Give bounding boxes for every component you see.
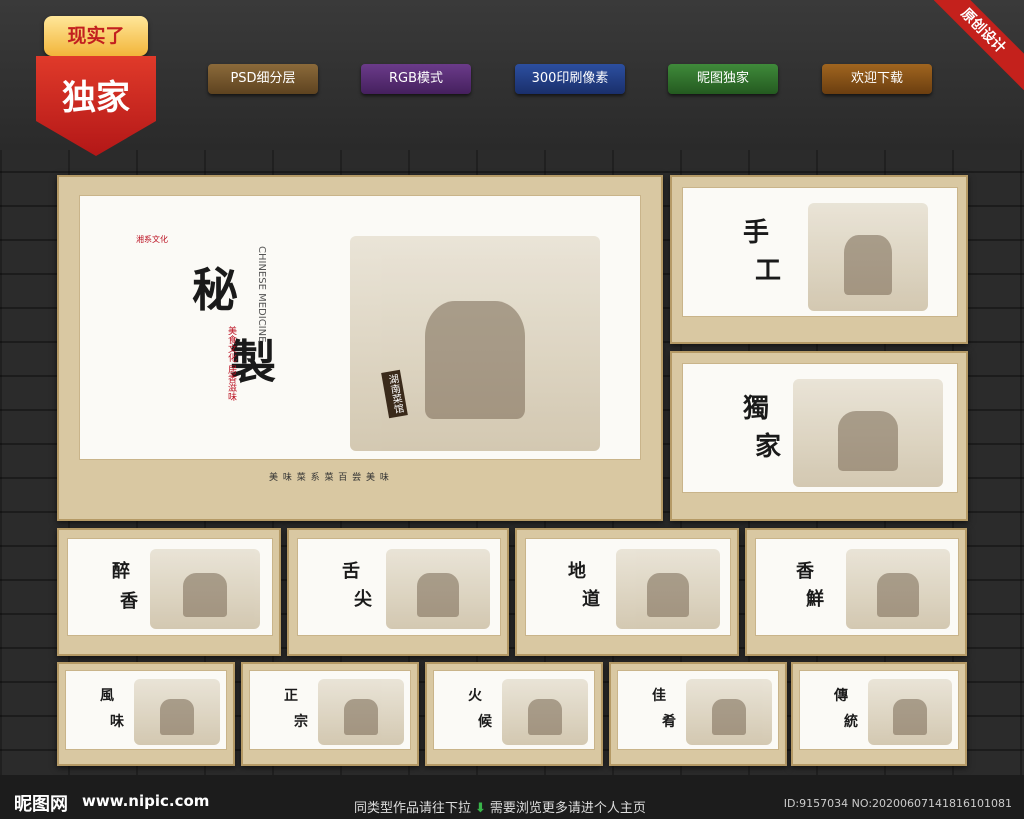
row3-3-char-2: 候 (478, 714, 492, 730)
row3-1-char-1: 風 (100, 688, 114, 704)
side-2-illustration (793, 379, 943, 487)
arrow-down-icon: ⬇ (475, 801, 486, 816)
row3-poster-5-canvas: 傳 統 (799, 670, 959, 750)
row3-poster-2-canvas: 正 宗 (249, 670, 411, 750)
row3-poster-1: 風 味 (57, 662, 235, 766)
row3-poster-3: 火 候 (425, 662, 603, 766)
side-poster-1-canvas: 手 工 (682, 187, 958, 317)
side-poster-2-canvas: 獨 家 (682, 363, 958, 493)
row3-1-illustration (134, 679, 220, 745)
row2-poster-2-canvas: 舌 尖 (297, 538, 501, 636)
main-seal-left: 湘系文化 (136, 235, 168, 244)
corner-ribbon-label: 原创设计 (934, 0, 1024, 90)
site-logo[interactable]: 昵图网 (14, 790, 68, 816)
row2-poster-3-canvas: 地 道 (525, 538, 731, 636)
row2-poster-4: 香 鮮 (745, 528, 967, 656)
side-poster-2: 獨 家 (670, 351, 968, 521)
row2-poster-1-canvas: 醉 香 (67, 538, 273, 636)
row2-2-char-2: 尖 (354, 589, 372, 610)
row3-4-char-2: 肴 (662, 714, 676, 730)
main-illustration (350, 236, 600, 451)
row3-poster-1-canvas: 風 味 (65, 670, 227, 750)
row3-poster-2: 正 宗 (241, 662, 419, 766)
row2-1-illustration (150, 549, 260, 629)
row3-4-char-1: 佳 (652, 688, 666, 704)
row2-3-illustration (616, 549, 720, 629)
main-poster-canvas: 秘 製 CHINESE MEDICINE 湘系文化 美食文化 居香滋味 湖南菜馆 (79, 195, 641, 460)
row3-poster-3-canvas: 火 候 (433, 670, 595, 750)
row3-poster-4-canvas: 佳 肴 (617, 670, 779, 750)
side-1-char-1: 手 (743, 218, 770, 248)
tag-300dpi: 300印刷像素 (515, 64, 625, 94)
row3-2-char-2: 宗 (294, 714, 308, 730)
site-url[interactable]: www.nipic.com (82, 792, 209, 810)
main-title-char-1: 秘 (192, 263, 238, 317)
badge-top-label: 现实了 (44, 16, 148, 56)
side-1-illustration (808, 203, 928, 311)
side-2-char-1: 獨 (743, 394, 770, 424)
hint-scroll-down: 同类型作品请往下拉 (354, 801, 472, 816)
row2-poster-4-canvas: 香 鮮 (755, 538, 959, 636)
row2-4-illustration (846, 549, 950, 629)
row3-poster-5: 傳 統 (791, 662, 967, 766)
tag-rgb: RGB模式 (361, 64, 471, 94)
row2-4-char-1: 香 (796, 561, 814, 582)
main-footer: 美 味 菜 系 菜 百 尝 美 味 (269, 473, 390, 483)
row3-3-char-1: 火 (468, 688, 482, 704)
hint-profile[interactable]: 需要浏览更多请进个人主页 (490, 801, 646, 816)
side-poster-1: 手 工 (670, 175, 968, 344)
tag-exclusive: 昵图独家 (668, 64, 778, 94)
main-vertical-en: CHINESE MEDICINE (256, 246, 267, 343)
row2-1-char-2: 香 (120, 591, 138, 612)
side-2-char-2: 家 (755, 432, 782, 462)
image-id: ID:9157034 NO:20200607141816101081 (783, 797, 1012, 810)
row3-5-char-2: 統 (844, 714, 858, 730)
row2-2-illustration (386, 549, 490, 629)
tag-psd: PSD细分层 (208, 64, 318, 94)
row3-5-illustration (868, 679, 952, 745)
row3-1-char-2: 味 (110, 714, 124, 730)
row2-1-char-1: 醉 (112, 561, 130, 582)
row2-poster-3: 地 道 (515, 528, 739, 656)
row2-4-char-2: 鮮 (806, 589, 824, 610)
row3-poster-4: 佳 肴 (609, 662, 787, 766)
row3-3-illustration (502, 679, 588, 745)
row3-2-char-1: 正 (284, 688, 298, 704)
exclusive-badge: 现实了 独家 (36, 16, 156, 156)
row2-3-char-2: 道 (582, 589, 600, 610)
main-seal-mid: 美食文化 居香滋味 (226, 326, 236, 401)
row2-poster-2: 舌 尖 (287, 528, 509, 656)
row2-3-char-1: 地 (568, 561, 586, 582)
bottom-hint: 同类型作品请往下拉 ⬇ 需要浏览更多请进个人主页 (354, 797, 646, 816)
main-poster: 秘 製 CHINESE MEDICINE 湘系文化 美食文化 居香滋味 湖南菜馆… (57, 175, 663, 521)
badge-shield: 独家 (36, 56, 156, 156)
row3-2-illustration (318, 679, 404, 745)
tag-welcome: 欢迎下载 (822, 64, 932, 94)
corner-ribbon: 原创设计 (934, 0, 1024, 90)
side-1-char-2: 工 (755, 256, 782, 286)
row3-5-char-1: 傳 (834, 688, 848, 704)
main-poster-text-block (120, 244, 200, 424)
row2-2-char-1: 舌 (342, 561, 360, 582)
badge-main-label: 独家 (62, 78, 130, 118)
row3-4-illustration (686, 679, 772, 745)
row2-poster-1: 醉 香 (57, 528, 281, 656)
